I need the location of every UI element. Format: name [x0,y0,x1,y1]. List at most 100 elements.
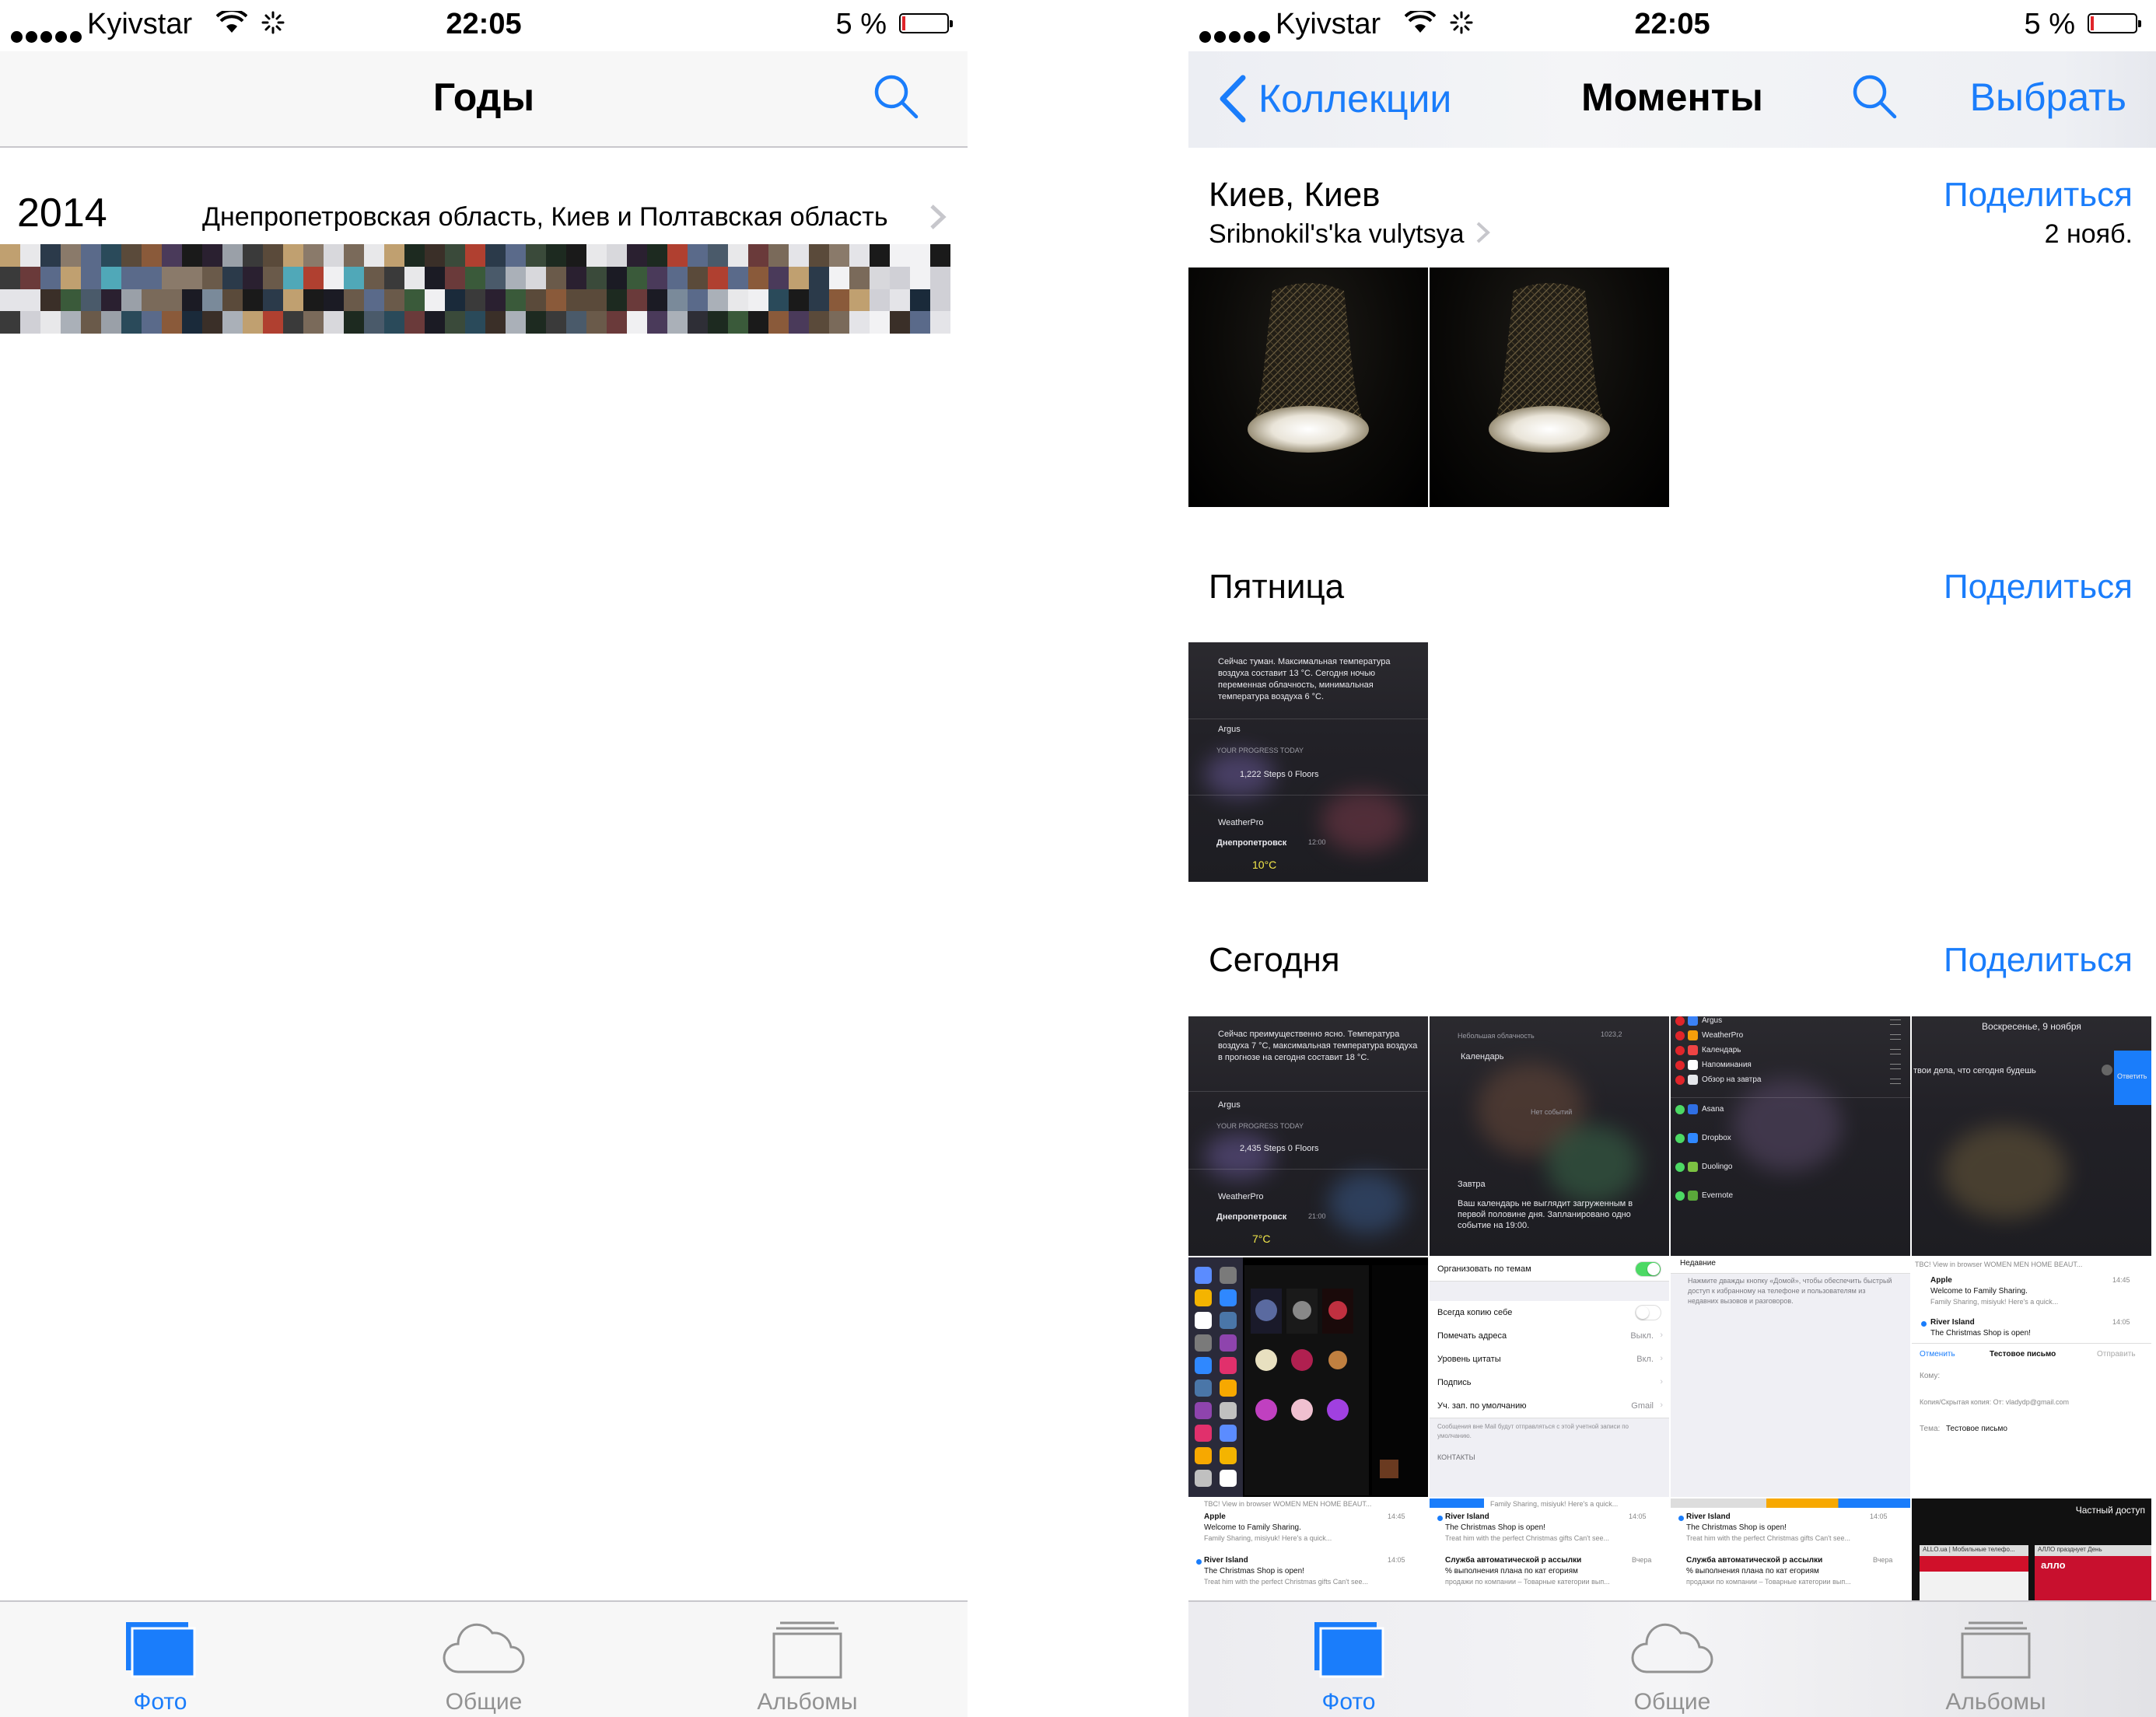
year-thumbnail [607,311,627,334]
settings-row[interactable]: Помечать адреса Выкл. › [1430,1324,1669,1348]
year-thumbnail [425,266,445,289]
settings-row[interactable]: Подпись › [1430,1371,1669,1395]
year-photo-strip[interactable] [0,244,968,334]
year-thumbnail [809,266,829,289]
settings-row[interactable]: Всегда копию себе [1430,1301,1669,1325]
tab-photos[interactable]: Фото [1232,1602,1465,1717]
unread-dot-icon [1678,1516,1684,1521]
tab-shared[interactable]: Общие [367,1602,600,1717]
add-widget-icon[interactable] [1675,1163,1685,1172]
settings-row[interactable]: Уч. зап. по умолчанию Gmail › [1430,1394,1669,1418]
reorder-handle-icon[interactable] [1890,1079,1901,1084]
year-thumbnail [142,311,162,334]
photo-thumbnail[interactable]: Организовать по темам Всегда копию себе По… [1430,1257,1669,1497]
remove-widget-icon[interactable] [1675,1061,1685,1070]
settings-row-label: Всегда копию себе [1437,1308,1513,1317]
year-thumbnail [789,266,809,289]
add-widget-icon[interactable] [1675,1191,1685,1201]
year-row[interactable]: 2014 Днепропетровская область, Киев и По… [0,148,968,244]
compose-cancel[interactable]: Отменить [1920,1350,1955,1359]
progress-label: YOUR PROGRESS TODAY [1216,1122,1304,1130]
remove-widget-icon[interactable] [1675,1031,1685,1040]
steps-count: 2,435 Steps 0 Floors [1240,1144,1319,1153]
photo-thumbnail[interactable]: River Island 14:05 The Christmas Shop is… [1671,1498,1910,1600]
year-thumbnail [748,311,768,334]
year-thumbnail [0,244,20,267]
search-icon[interactable] [873,73,921,121]
year-thumbnail [20,244,40,267]
year-thumbnail [324,311,344,334]
tab-shared[interactable]: Общие [1556,1602,1789,1717]
remove-widget-icon[interactable] [1675,1046,1685,1055]
year-thumbnail [728,244,748,267]
year-thumbnail [890,244,910,267]
widget-app-name: WeatherPro [1218,818,1264,827]
reply-button[interactable]: Ответить [2114,1051,2151,1105]
photo-thumbnail[interactable]: TBC! View in browser WOMEN MEN HOME BEAU… [1188,1498,1428,1600]
year-thumbnail [566,311,586,334]
toggle-switch[interactable] [1635,1261,1661,1277]
year-thumbnail [809,311,829,334]
photo-thumbnail[interactable]: Частный доступ ALLO.ua | Мобильные телеф… [1912,1498,2151,1600]
settings-row-label: Подпись [1437,1378,1472,1387]
tab-albums[interactable]: Альбомы [691,1602,924,1717]
moment-location[interactable]: Sribnokil's'ka vulytsya [1209,219,1491,250]
year-thumbnail [182,311,202,334]
year-thumbnail [243,311,263,334]
photo-thumbnail[interactable]: Family Sharing, misiyuk! Here's a quick.… [1430,1498,1669,1600]
tab-albums[interactable]: Альбомы [1879,1602,2112,1717]
remove-widget-icon[interactable] [1675,1016,1685,1026]
photo-thumbnail[interactable]: Небольшая облачность 1023,2 Календарь Не… [1430,1016,1669,1256]
tab-label: Альбомы [757,1689,858,1715]
year-thumbnail [81,288,101,312]
photo-thumbnail[interactable]: Сейчас преимущественно ясно. Температура… [1188,1016,1428,1256]
photo-thumbnail[interactable] [1430,268,1669,507]
year-thumbnail [344,266,364,289]
search-icon[interactable] [1851,73,1899,121]
year-thumbnail [849,311,870,334]
status-time: 22:05 [1634,8,1710,40]
photo-thumbnail[interactable]: TBC! View in browser WOMEN MEN HOME BEAU… [1912,1257,2151,1497]
share-button[interactable]: Поделиться [1944,176,2133,215]
settings-row-value: Выкл. [1630,1331,1654,1341]
compose-send[interactable]: Отправить [2097,1350,2136,1359]
remove-widget-icon[interactable] [1675,1075,1685,1085]
add-widget-icon[interactable] [1675,1105,1685,1114]
photo-thumbnail[interactable] [1188,268,1428,507]
reorder-handle-icon[interactable] [1890,1049,1901,1054]
photo-thumbnail[interactable]: Недавние Нажмите дважды кнопку «Домой», … [1671,1257,1910,1497]
widget-app-name: WeatherPro [1218,1192,1264,1201]
year-thumbnail [61,244,81,267]
photo-thumbnail[interactable] [1188,1257,1428,1497]
year-thumbnail [647,288,667,312]
tab-photos[interactable]: Фото [44,1602,277,1717]
compose-sheet: Отменить Тестовое письмо Отправить Кому:… [1912,1343,2151,1497]
select-button[interactable]: Выбрать [1970,75,2126,120]
lamp-photo [1248,283,1369,453]
settings-row[interactable]: Уровень цитаты Вкл. › [1430,1348,1669,1372]
year-thumbnail [465,288,485,312]
settings-row[interactable]: Организовать по темам [1430,1257,1669,1282]
year-thumbnail [283,288,303,312]
app-icon [1195,1267,1212,1284]
weather-summary: Сейчас туман. Максимальная температура в… [1218,657,1391,701]
photo-thumbnail[interactable]: Сейчас туман. Максимальная температура в… [1188,642,1428,882]
photo-thumbnail[interactable]: Argus WeatherPro Календарь Напоминания Обзор… [1671,1016,1910,1256]
year-thumbnail [445,244,465,267]
year-thumbnail [688,244,708,267]
photo-thumbnail[interactable]: Воскресенье, 9 ноября твои дела, что сег… [1912,1016,2151,1256]
reorder-handle-icon[interactable] [1890,1019,1901,1025]
share-button[interactable]: Поделиться [1944,941,2133,980]
add-widget-icon[interactable] [1675,1134,1685,1143]
app-icon [1220,1470,1237,1487]
reorder-handle-icon[interactable] [1890,1064,1901,1069]
year-thumbnail [324,288,344,312]
year-thumbnail [263,266,283,289]
toggle-switch[interactable] [1635,1305,1661,1320]
reorder-handle-icon[interactable] [1890,1034,1901,1040]
share-button[interactable]: Поделиться [1944,568,2133,607]
battery-icon [899,13,953,33]
year-thumbnail [162,244,182,267]
albums-icon [772,1621,842,1679]
year-thumbnail [344,288,364,312]
